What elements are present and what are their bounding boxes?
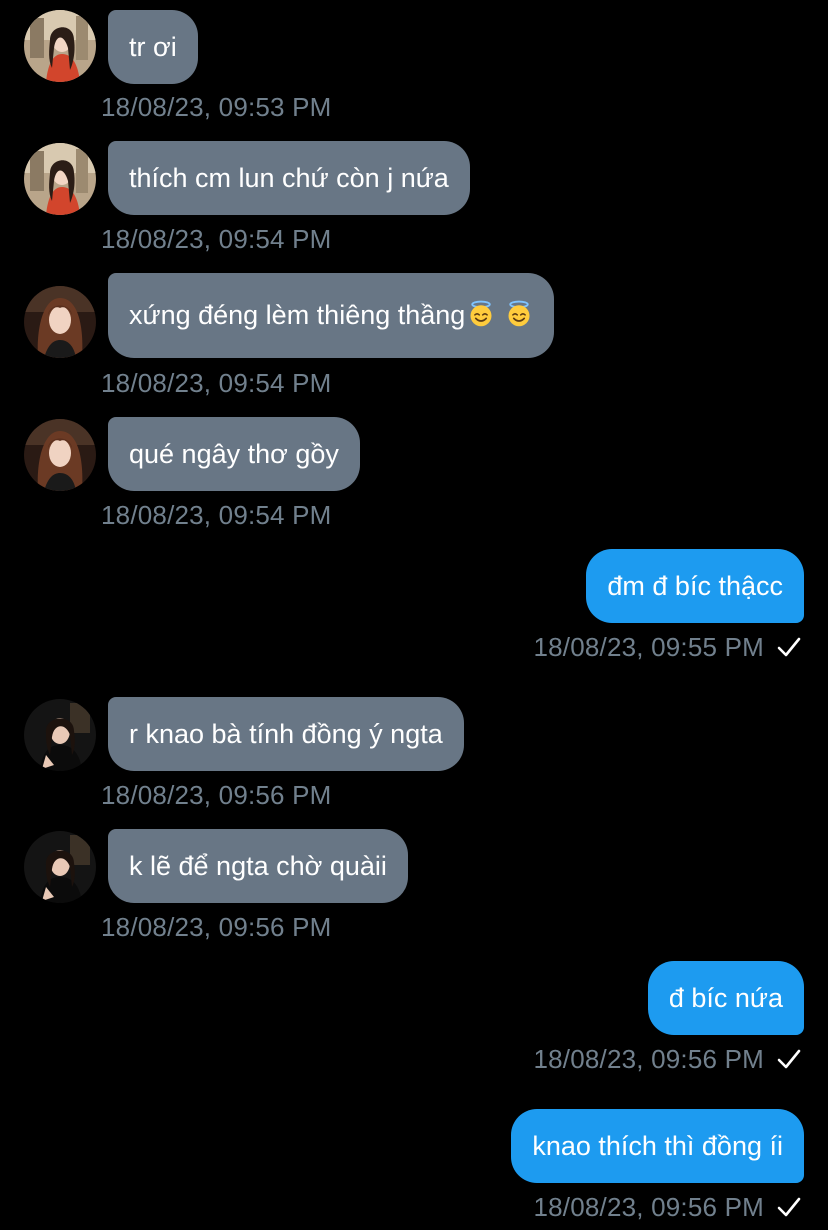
message-text: tr ơi	[129, 32, 177, 62]
avatar-long-hair[interactable]	[24, 419, 96, 491]
smiling-face-with-halo-emoji	[467, 300, 495, 328]
avatar-long-hair[interactable]	[24, 286, 96, 358]
smiling-face-with-halo-emoji	[505, 300, 533, 328]
message-bubble[interactable]: xứng đéng lèm thiêng thầng	[108, 273, 555, 358]
message-meta: 18/08/23, 09:56 PM	[533, 1043, 802, 1075]
message-timestamp: 18/08/23, 09:54 PM	[101, 224, 332, 254]
avatar-dark-outfit[interactable]	[24, 831, 96, 903]
avatar-red-dress[interactable]	[24, 10, 96, 82]
message-timestamp: 18/08/23, 09:56 PM	[533, 1044, 764, 1074]
checkmark-icon	[776, 1047, 802, 1071]
message-bubble[interactable]: qué ngây thơ gồy	[108, 417, 360, 491]
message-text: đm đ bíc thậcc	[607, 571, 783, 601]
checkmark-icon	[776, 635, 802, 659]
message-text: k lẽ để ngta chờ quàii	[129, 851, 387, 881]
message-timestamp: 18/08/23, 09:54 PM	[101, 368, 332, 398]
avatar-dark-outfit[interactable]	[24, 699, 96, 771]
message-text: thích cm lun chứ còn j nứa	[129, 163, 449, 193]
message-meta: 18/08/23, 09:56 PM	[533, 1191, 802, 1223]
message-bubble[interactable]: k lẽ để ngta chờ quàii	[108, 829, 408, 903]
message-text: đ bíc nứa	[668, 983, 783, 1013]
message-text: r knao bà tính đồng ý ngta	[129, 719, 443, 749]
message-meta: 18/08/23, 09:55 PM	[533, 631, 802, 663]
message-bubble[interactable]: thích cm lun chứ còn j nứa	[108, 141, 470, 215]
message-timestamp: 18/08/23, 09:56 PM	[101, 912, 332, 942]
message-timestamp: 18/08/23, 09:54 PM	[101, 500, 332, 530]
message-timestamp: 18/08/23, 09:53 PM	[101, 92, 332, 122]
message-bubble[interactable]: knao thích thì đồng íi	[511, 1109, 804, 1183]
message-bubble[interactable]: đm đ bíc thậcc	[586, 549, 804, 623]
checkmark-icon	[776, 1195, 802, 1219]
message-text: qué ngây thơ gồy	[129, 439, 339, 469]
avatar-red-dress[interactable]	[24, 143, 96, 215]
message-timestamp: 18/08/23, 09:56 PM	[533, 1192, 764, 1222]
message-timestamp: 18/08/23, 09:56 PM	[101, 780, 332, 810]
message-text: knao thích thì đồng íi	[532, 1131, 783, 1161]
message-thread: tr ơi 18/08/23, 09:53 PM thích cm lun ch…	[0, 0, 828, 1230]
message-timestamp: 18/08/23, 09:55 PM	[533, 632, 764, 662]
message-text: xứng đéng lèm thiêng thầng	[129, 300, 466, 330]
message-bubble[interactable]: tr ơi	[108, 10, 198, 84]
message-bubble[interactable]: đ bíc nứa	[647, 961, 804, 1035]
message-bubble[interactable]: r knao bà tính đồng ý ngta	[108, 697, 464, 771]
